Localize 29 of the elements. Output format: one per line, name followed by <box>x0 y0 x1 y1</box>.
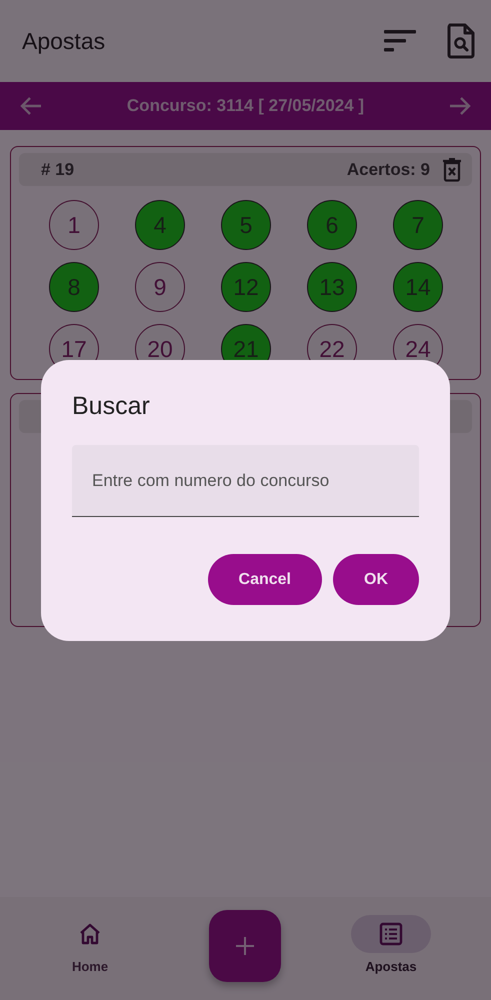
dialog-button[interactable]: OK <box>333 554 419 605</box>
number-ball: 5 <box>221 200 271 250</box>
number-ball: 6 <box>307 200 357 250</box>
app-title: Apostas <box>22 28 106 54</box>
document-search-icon[interactable] <box>447 23 475 59</box>
dialog-button[interactable]: Cancel <box>208 554 322 605</box>
contest-label: Concurso: 3114 [ 27/05/2024 ] <box>126 96 364 116</box>
delete-icon[interactable] <box>442 158 462 182</box>
back-arrow-icon[interactable] <box>20 96 42 116</box>
input-field[interactable]: Entre com numero do concurso <box>72 445 419 517</box>
list-icon <box>379 922 403 946</box>
plus-icon <box>235 936 255 956</box>
add-button[interactable] <box>209 910 281 982</box>
number-ball: 4 <box>135 200 185 250</box>
sort-icon[interactable] <box>383 28 417 54</box>
number-ball: 14 <box>393 262 443 312</box>
forward-arrow-icon[interactable] <box>449 96 471 116</box>
number-ball: 9 <box>135 262 185 312</box>
nav-item[interactable]: Home <box>50 897 130 1000</box>
number-ball: 1 <box>49 200 99 250</box>
number-ball: 8 <box>49 262 99 312</box>
hits-count: Acertos: 9 <box>346 160 430 180</box>
dialog-title: Buscar <box>72 392 151 421</box>
number-ball: 13 <box>307 262 357 312</box>
bet-number: # 19 <box>41 160 76 180</box>
number-ball: 7 <box>393 200 443 250</box>
number-ball: 12 <box>221 262 271 312</box>
nav-item[interactable]: Apostas <box>351 897 431 1000</box>
home-icon <box>78 922 102 946</box>
